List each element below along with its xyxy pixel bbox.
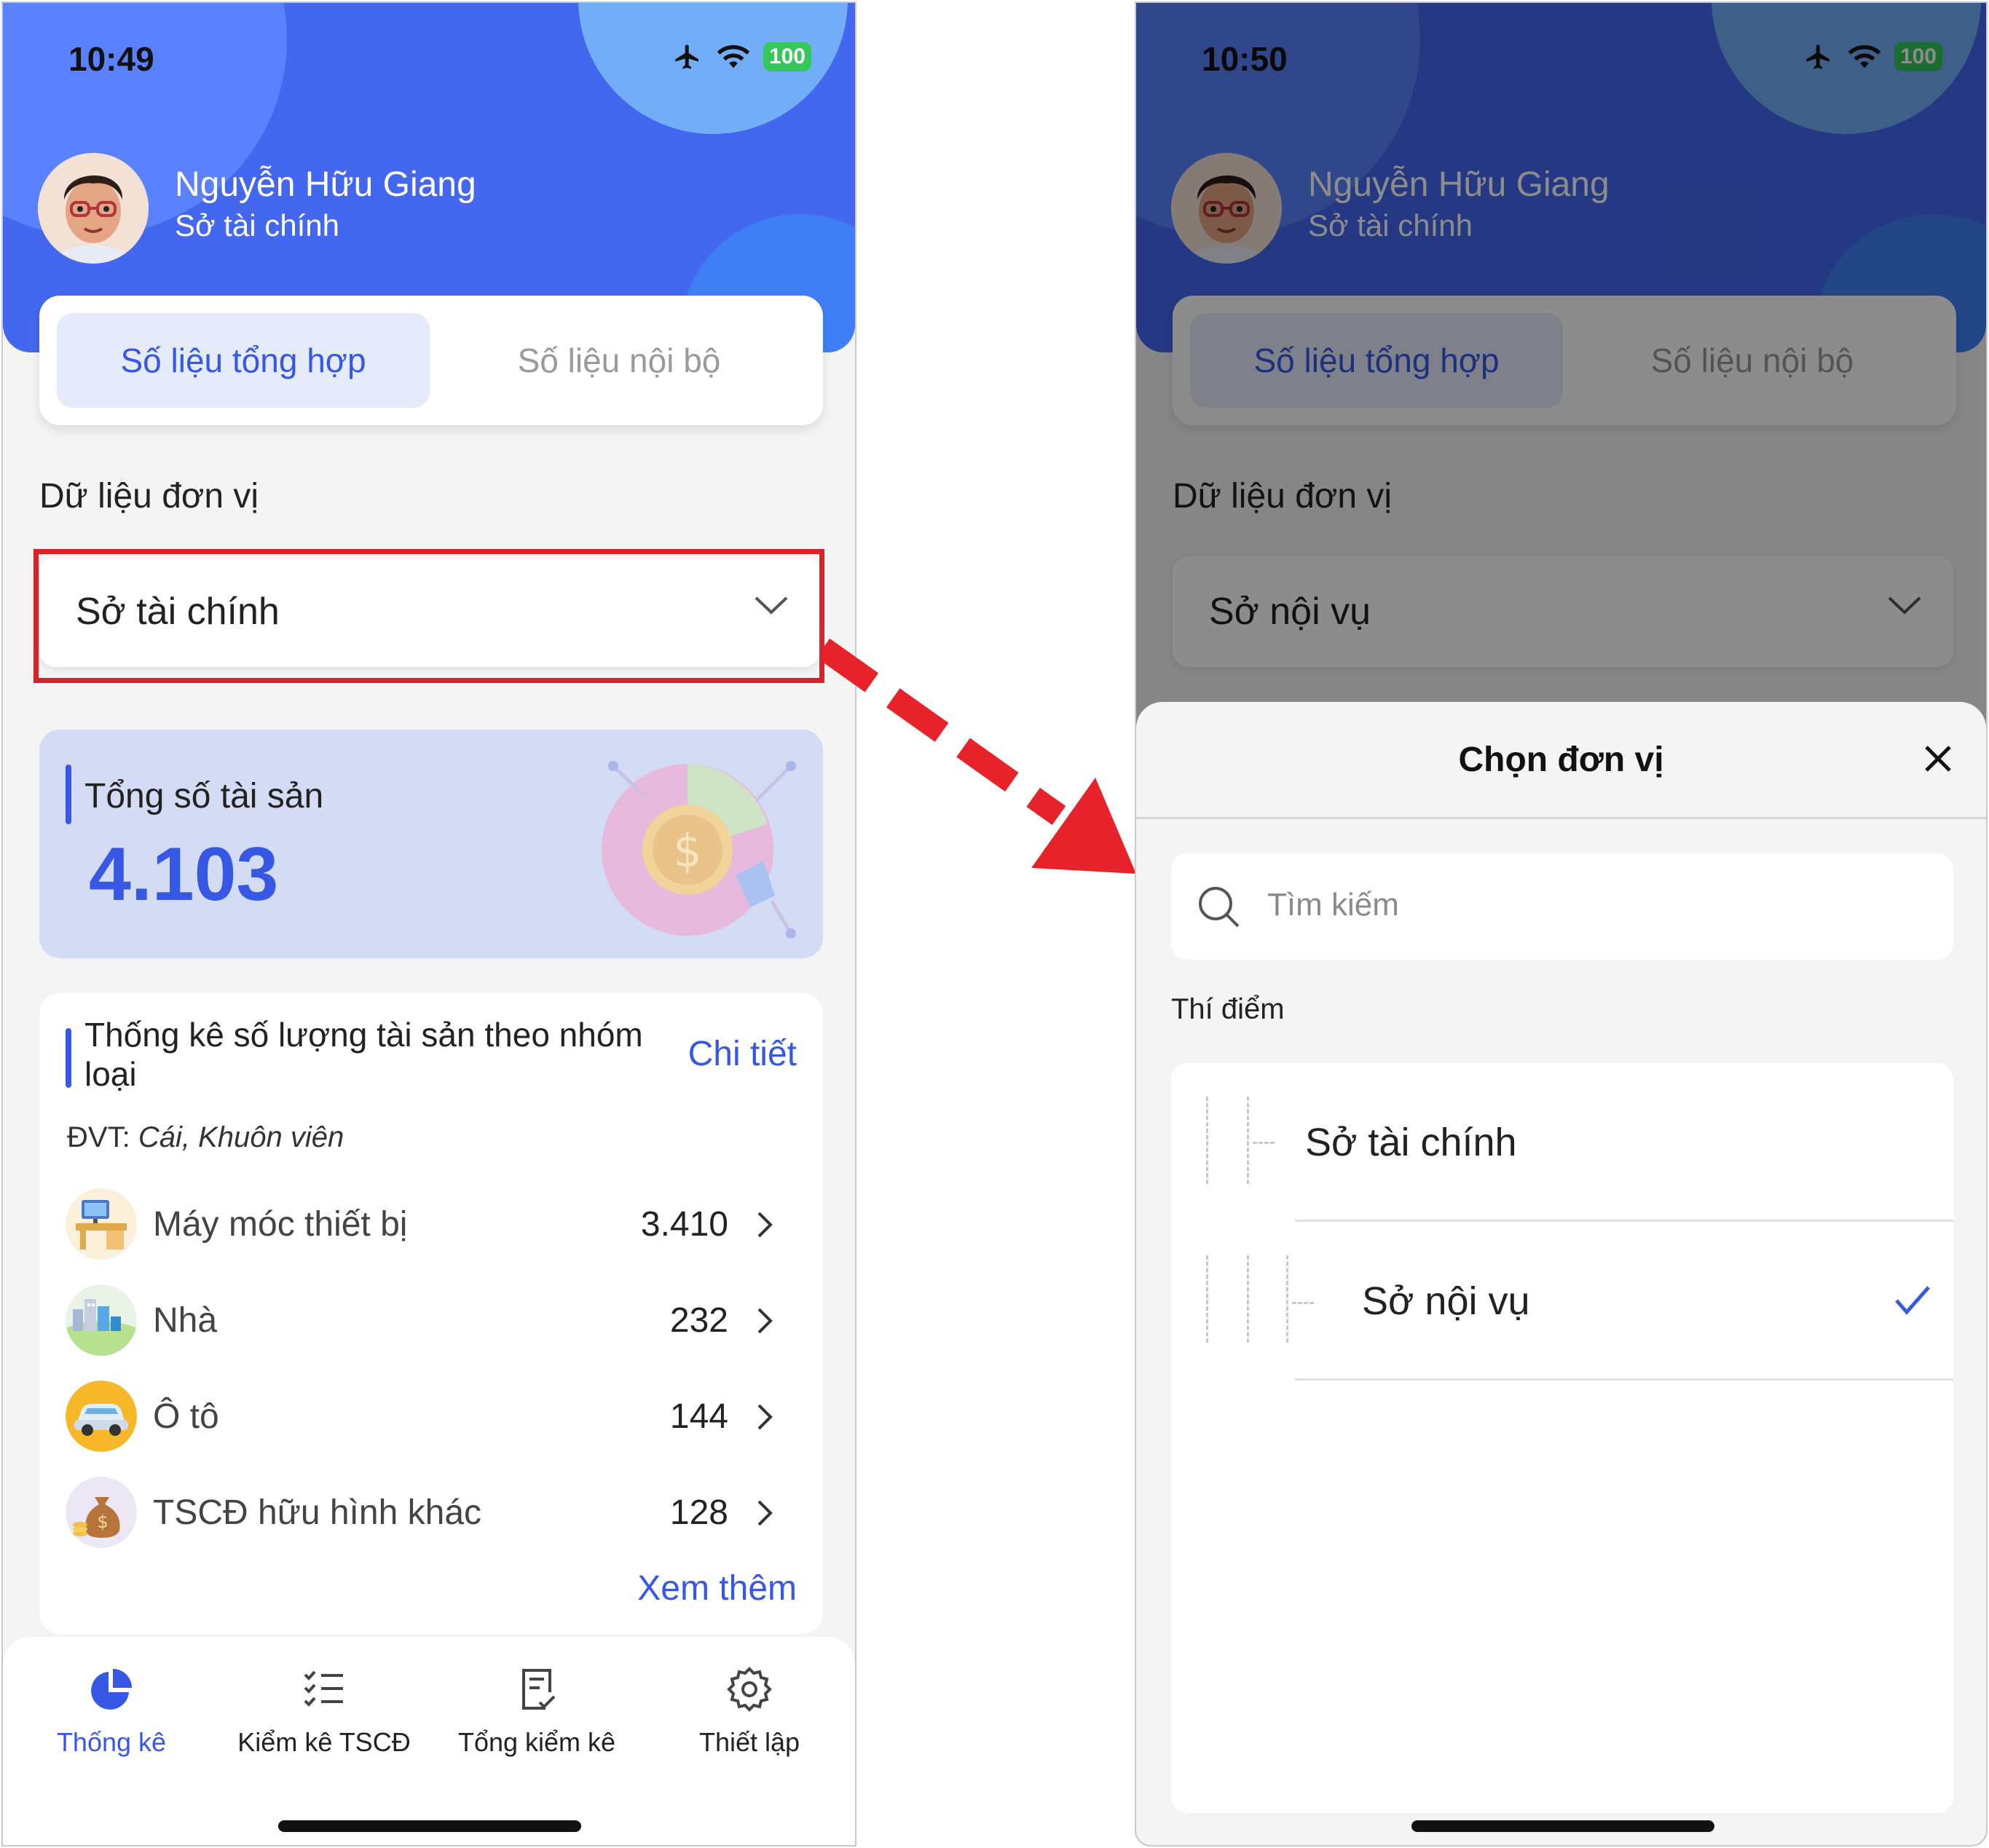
detail-link[interactable]: Chi tiết [688,1034,797,1074]
office-desk-icon [66,1188,137,1260]
annotation-arrow [823,638,1136,874]
unit-row: ĐVT: Cái, Khuôn viên [67,1121,344,1154]
nav-item-settings[interactable]: Thiết lập [644,1666,855,1758]
category-row-house[interactable]: Nhà 232 [66,1284,808,1357]
nav-label: Kiểm kê TSCĐ [237,1727,411,1757]
sheet-title: Chọn đơn vị [1458,741,1664,779]
nav-item-fixed-asset-inventory[interactable]: Kiểm kê TSCĐ [218,1666,430,1758]
tree-guide [1292,1302,1314,1304]
highlight-box [34,549,824,683]
svg-text:$: $ [97,1512,108,1532]
tree-guide [1247,1255,1249,1343]
nav-item-total-inventory[interactable]: Tổng kiểm kê [431,1666,642,1758]
unit-value: Cái, Khuôn viên [138,1121,344,1153]
category-row-machinery[interactable]: Máy móc thiết bị 3.410 [66,1188,808,1261]
category-count: 128 [669,1493,728,1532]
category-name: Ô tô [153,1397,219,1436]
tree-option-home-affairs[interactable]: Sở nội vụ [1171,1222,1953,1381]
nav-item-statistics[interactable]: Thống kê [6,1666,217,1758]
tree-guide [1206,1097,1208,1184]
avatar[interactable] [38,153,149,264]
group-label: Thí điểm [1171,993,1285,1025]
check-icon [1895,1286,1930,1315]
tab-summary-data[interactable]: Số liệu tổng hợp [57,313,430,408]
home-indicator [278,1820,581,1832]
phone-screen-before: 10:49 100 Nguyễn Hữu Giang Sở tài chính … [1,1,856,1847]
money-chart-icon: $ [602,761,796,939]
see-more-link[interactable]: Xem thêm [637,1568,797,1608]
category-name: TSCĐ hữu hình khác [153,1493,482,1532]
chevron-right-icon [757,1308,773,1334]
total-assets-value: 4.103 [89,832,279,917]
battery-indicator: 100 [763,42,811,71]
tab-internal-data[interactable]: Số liệu nội bộ [433,313,806,408]
divider [1295,1378,1953,1381]
search-input[interactable]: Tìm kiếm [1171,853,1953,960]
divider [1136,817,1986,819]
nav-label: Tổng kiểm kê [457,1727,616,1757]
nav-label: Thiết lập [698,1727,800,1757]
tree-option-finance[interactable]: Sở tài chính [1171,1063,1953,1222]
document-check-icon [522,1669,556,1710]
category-row-car[interactable]: Ô tô 144 [66,1381,808,1453]
unit-picker-sheet: Chọn đơn vị Tìm kiếm Thí điểm Sở tài chí… [1136,702,1986,1845]
chevron-right-icon [757,1404,773,1430]
gear-icon [727,1667,772,1712]
search-placeholder: Tìm kiếm [1267,887,1399,923]
buildings-icon [66,1284,137,1356]
asset-stats-card: Thống kê số lượng tài sản theo nhóm loại… [39,993,823,1634]
unit-tree: Sở tài chính Sở nội vụ [1171,1063,1953,1813]
user-unit: Sở tài chính [175,208,339,242]
avatar-illustration [38,153,149,264]
tree-option-label: Sở nội vụ [1362,1279,1530,1323]
home-indicator [1411,1820,1714,1832]
tree-guide [1247,1097,1249,1184]
category-count: 3.410 [640,1205,728,1244]
total-assets-card: Tổng số tài sản 4.103 $ [39,730,823,958]
category-name: Nhà [153,1301,218,1340]
unit-data-label: Dữ liệu đơn vị [39,477,259,516]
money-bag-icon: $ [66,1477,137,1548]
chevron-right-icon [757,1212,773,1238]
airplane-icon [675,44,698,69]
pie-chart-icon [91,1669,132,1710]
category-count: 232 [669,1301,728,1340]
category-row-other-assets[interactable]: $ TSCĐ hữu hình khác 128 [66,1477,808,1549]
car-icon [66,1381,137,1452]
status-time: 10:49 [68,40,154,78]
tree-guide [1206,1255,1208,1343]
tree-guide [1286,1255,1288,1343]
search-icon [1199,887,1240,928]
status-icons: 100 [671,42,811,71]
close-icon[interactable] [1923,744,1953,773]
total-assets-label: Tổng số tài sản [84,777,324,816]
tree-option-label: Sở tài chính [1305,1121,1517,1164]
svg-text:$: $ [673,824,701,877]
wifi-icon [717,45,750,68]
data-tabs: Số liệu tổng hợp Số liệu nội bộ [39,296,823,425]
user-name: Nguyễn Hữu Giang [175,165,476,204]
stats-title: Thống kê số lượng tài sản theo nhóm loại [84,1016,643,1093]
unit-prefix: ĐVT: [67,1121,130,1153]
nav-label: Thống kê [56,1727,167,1757]
bottom-nav: Thống kê Kiểm kê TSCĐ Tổng kiểm kê Thiết… [3,1637,855,1845]
accent-bar [66,1028,71,1088]
checklist-icon [304,1670,343,1707]
category-name: Máy móc thiết bị [153,1205,408,1244]
phone-screen-after: 10:50 100 Nguyễn Hữu Giang Sở tài chính … [1135,1,1988,1847]
category-count: 144 [669,1397,728,1436]
accent-bar [66,765,71,824]
chevron-right-icon [757,1500,773,1526]
tree-guide [1253,1142,1275,1144]
